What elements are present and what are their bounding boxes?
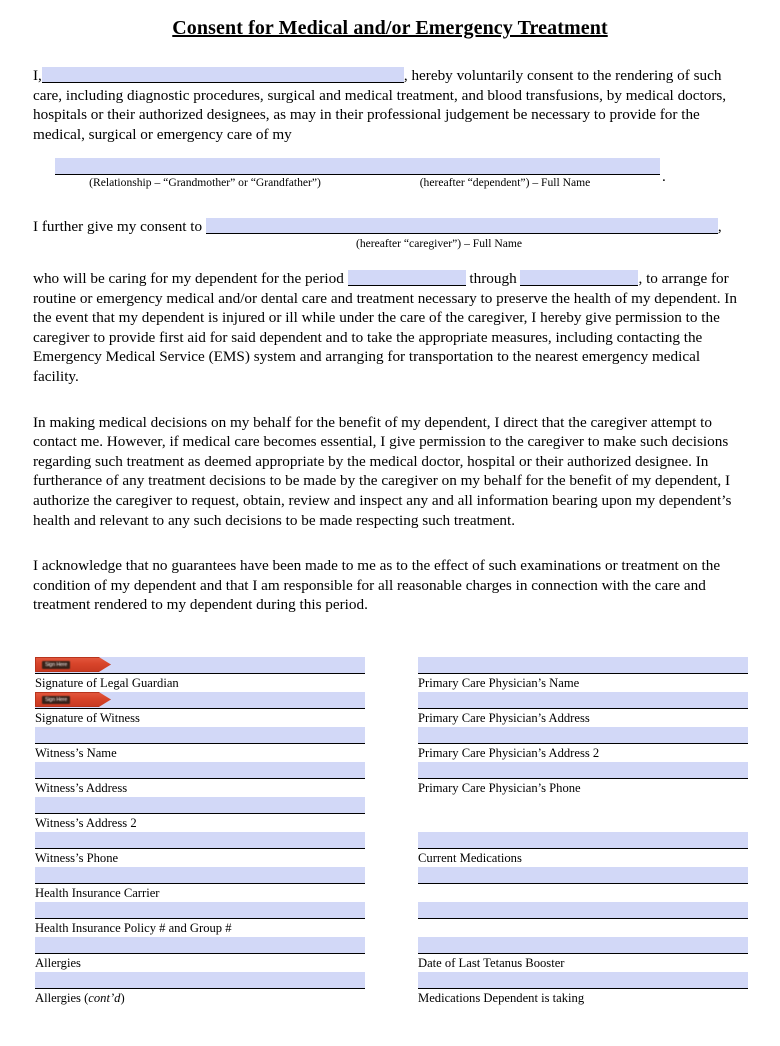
form-field-label: Witness’s Address 2 <box>35 816 137 830</box>
caregiver-caption: (hereafter “caregiver”) – Full Name <box>355 236 523 250</box>
form-field-input[interactable] <box>418 762 748 779</box>
form-row: Sign Here Signature of Legal Guardian <box>35 657 365 692</box>
paragraph-3-suffix: , to arrange for routine or emergency me… <box>33 269 737 385</box>
form-field-input[interactable] <box>35 762 365 779</box>
form-field-input[interactable] <box>35 867 365 884</box>
signature-tag-icon[interactable]: Sign Here <box>35 657 111 672</box>
caregiver-name-input[interactable] <box>205 218 718 235</box>
form-row: Current Medications <box>418 832 748 867</box>
signature-tag-icon[interactable]: Sign Here <box>35 692 111 707</box>
form-field-label: Allergies <box>35 956 81 970</box>
form-field-label: Health Insurance Policy # and Group # <box>35 921 232 935</box>
period-end-date-input[interactable] <box>520 269 639 286</box>
paragraph-consent-intro: I,, hereby voluntarily consent to the re… <box>33 66 747 144</box>
form-row: Witness’s Address 2 <box>35 797 365 832</box>
form-field-label: Health Insurance Carrier <box>35 886 160 900</box>
form-field-label: Current Medications <box>418 851 522 865</box>
form-field-label <box>418 919 748 921</box>
relationship-input[interactable] <box>55 158 355 176</box>
relationship-dependent-row: (Relationship – “Grandmother” or “Grandf… <box>33 158 747 198</box>
form-field-label: Allergies (cont’d) <box>35 991 125 1005</box>
form-field-input[interactable] <box>418 692 748 709</box>
paragraph-2-suffix: , <box>717 218 722 236</box>
form-field-input[interactable]: Sign Here <box>35 657 365 674</box>
signature-tag-label: Sign Here <box>42 695 71 704</box>
paragraph-1-prefix: I, <box>33 67 42 84</box>
form-field-input[interactable] <box>418 867 748 884</box>
form-row: Witness’s Address <box>35 762 365 797</box>
paragraph-3-prefix: who will be caring for my dependent for … <box>33 269 344 287</box>
consent-form-page: Consent for Medical and/or Emergency Tre… <box>0 16 780 1046</box>
form-row: Medications Dependent is taking <box>418 972 748 1007</box>
form-row: Date of Last Tetanus Booster <box>418 937 748 972</box>
paragraph-medical-decisions: In making medical decisions on my behalf… <box>33 413 732 529</box>
form-row: Witness’s Phone <box>35 832 365 867</box>
form-field-input[interactable] <box>418 727 748 744</box>
form-row: Sign Here Signature of Witness <box>35 692 365 727</box>
dependent-field-group: (hereafter “dependent”) – Full Name <box>350 158 660 189</box>
form-row: Health Insurance Policy # and Group # <box>35 902 365 937</box>
form-field-label: Witness’s Address <box>35 781 128 795</box>
form-field-input[interactable] <box>35 832 365 849</box>
form-row: Allergies (cont’d) <box>35 972 365 1007</box>
form-field-label <box>418 884 748 886</box>
form-field-label: Primary Care Physician’s Address 2 <box>418 746 600 760</box>
form-field-label: Witness’s Phone <box>35 851 119 865</box>
form-field-input[interactable] <box>418 832 748 849</box>
form-field-label: Medications Dependent is taking <box>418 991 585 1005</box>
form-field-label: Primary Care Physician’s Address <box>418 711 590 725</box>
form-field-label <box>418 813 748 815</box>
form-row: Witness’s Name <box>35 727 365 762</box>
document-body: I,, hereby voluntarily consent to the re… <box>0 40 780 615</box>
form-field-label: Primary Care Physician’s Phone <box>418 781 581 795</box>
paragraph-care-period: who will be caring for my dependent for … <box>33 269 747 387</box>
form-field-input[interactable]: Sign Here <box>35 692 365 709</box>
form-column-right: Primary Care Physician’s Name Primary Car… <box>418 657 748 1007</box>
form-row <box>418 797 748 832</box>
dependent-name-input[interactable] <box>350 158 660 176</box>
form-row: Allergies <box>35 937 365 972</box>
paragraph-2-prefix: I further give my consent to <box>33 218 203 236</box>
form-field-label: Date of Last Tetanus Booster <box>418 956 565 970</box>
form-field-input[interactable] <box>418 657 748 674</box>
form-row <box>418 902 748 937</box>
form-row <box>418 867 748 902</box>
form-field-input[interactable] <box>418 937 748 954</box>
page-title: Consent for Medical and/or Emergency Tre… <box>172 17 608 39</box>
form-field-input[interactable] <box>35 972 365 989</box>
form-row: Primary Care Physician’s Address <box>418 692 748 727</box>
form-field-label: Primary Care Physician’s Name <box>418 676 580 690</box>
paragraph-3-middle: through <box>469 269 517 287</box>
period-start-date-input[interactable] <box>347 269 466 286</box>
form-field-label: Witness’s Name <box>35 746 117 760</box>
form-row-spacer <box>418 797 748 813</box>
form-row: Primary Care Physician’s Name <box>418 657 748 692</box>
form-row: Health Insurance Carrier <box>35 867 365 902</box>
relationship-field-group: (Relationship – “Grandmother” or “Grandf… <box>55 158 355 189</box>
form-row: Primary Care Physician’s Address 2 <box>418 727 748 762</box>
dependent-caption: (hereafter “dependent”) – Full Name <box>419 176 591 190</box>
paragraph-acknowledgement: I acknowledge that no guarantees have be… <box>33 557 721 614</box>
form-field-input[interactable] <box>35 902 365 919</box>
form-field-label: Signature of Witness <box>35 711 140 725</box>
form-column-left: Sign Here Signature of Legal Guardian Sign… <box>35 657 365 1007</box>
form-field-label: Signature of Legal Guardian <box>35 676 179 690</box>
form-field-input[interactable] <box>35 797 365 814</box>
guardian-name-input[interactable] <box>41 67 404 83</box>
form-field-input[interactable] <box>418 972 748 989</box>
paragraph-caregiver-consent: I further give my consent to , <box>33 217 747 237</box>
relationship-caption: (Relationship – “Grandmother” or “Grandf… <box>89 176 321 190</box>
form-field-input[interactable] <box>35 937 365 954</box>
form-field-input[interactable] <box>418 902 748 919</box>
dependent-trailing-period: . <box>662 168 666 186</box>
form-row: Primary Care Physician’s Phone <box>418 762 748 797</box>
form-field-input[interactable] <box>35 727 365 744</box>
signature-tag-label: Sign Here <box>42 660 71 669</box>
